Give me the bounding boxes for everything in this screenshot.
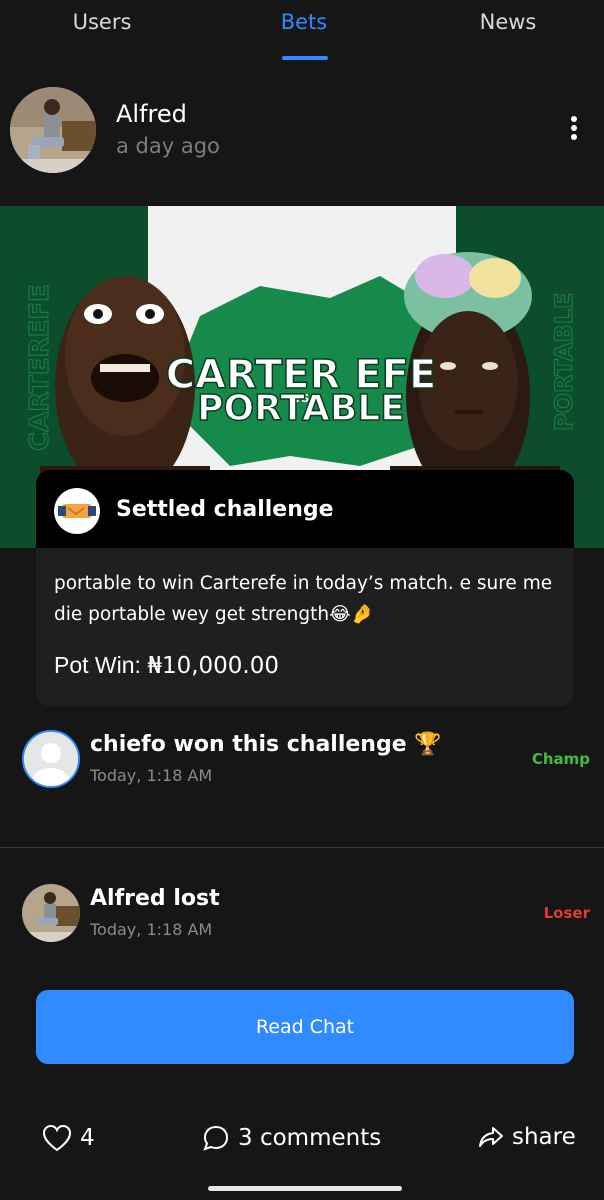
post-time: a day ago: [116, 134, 220, 158]
loser-badge: Loser: [543, 904, 590, 922]
pot-win-label: Pot Win:: [54, 652, 141, 678]
tab-bets[interactable]: Bets: [204, 10, 404, 34]
challenge-card-body: portable to win Carterefe in today’s mat…: [36, 548, 574, 706]
home-indicator[interactable]: [208, 1186, 402, 1191]
share-label: share: [512, 1124, 576, 1150]
post-header: Alfred a day ago: [0, 80, 604, 180]
loser-time: Today, 1:18 AM: [90, 920, 213, 939]
winner-title: chiefo won this challenge 🏆: [90, 732, 442, 757]
loser-avatar[interactable]: [22, 884, 80, 942]
section-divider: [0, 847, 604, 848]
like-count: 4: [80, 1125, 95, 1151]
banner-side-right: PORTABLE: [550, 293, 578, 431]
active-tab-indicator: [282, 56, 328, 60]
share-button[interactable]: share: [478, 1124, 576, 1150]
like-button[interactable]: 4: [42, 1124, 95, 1152]
comments-button[interactable]: 3 comments: [202, 1124, 381, 1152]
comments-count: 3 comments: [238, 1125, 382, 1151]
more-vertical-icon[interactable]: [562, 116, 586, 146]
comment-icon: [203, 1125, 229, 1151]
loser-row: Alfred lost Today, 1:18 AM Loser: [0, 880, 604, 950]
pot-win-value: ₦10,000.00: [147, 653, 280, 679]
challenge-title: Settled challenge: [116, 497, 334, 522]
winner-avatar[interactable]: [22, 730, 80, 788]
author-name[interactable]: Alfred: [116, 100, 187, 128]
pot-win: Pot Win: ₦10,000.00: [54, 652, 279, 679]
banner-side-left: CARTEREFE: [25, 284, 55, 451]
share-icon: [479, 1127, 503, 1147]
winner-row: chiefo won this challenge 🏆 Today, 1:18 …: [0, 726, 604, 796]
read-chat-button[interactable]: Read Chat: [36, 990, 574, 1064]
banner-headline-line2: PORTABLE: [197, 388, 405, 429]
author-avatar[interactable]: [10, 87, 96, 173]
winner-time: Today, 1:18 AM: [90, 766, 213, 785]
heart-icon: [42, 1124, 72, 1152]
champ-badge: Champ: [531, 750, 590, 768]
tab-news[interactable]: News: [408, 10, 604, 34]
challenge-card-header: Settled challenge: [36, 470, 574, 552]
post-actions: 4 3 comments share: [0, 1118, 604, 1162]
challenge-description: portable to win Carterefe in today’s mat…: [54, 573, 553, 625]
tab-users[interactable]: Users: [2, 10, 202, 34]
loser-title: Alfred lost: [90, 886, 220, 911]
handshake-icon: [54, 488, 100, 534]
top-tabs: Users Bets News: [0, 0, 604, 62]
